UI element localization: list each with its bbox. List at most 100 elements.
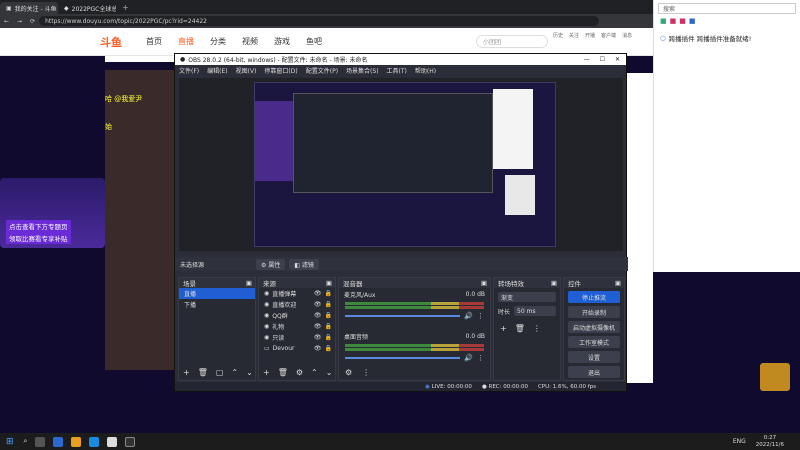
nav-yuba[interactable]: 鱼吧 — [306, 36, 322, 47]
eye-icon[interactable]: 👁 — [314, 345, 322, 352]
down-icon[interactable]: ⌄ — [326, 368, 333, 377]
client-icon[interactable]: 客户端 — [601, 32, 616, 39]
message-icon[interactable]: 消息 — [622, 32, 632, 39]
follow-icon[interactable]: 关注 — [569, 32, 579, 39]
taskbar-clock[interactable]: 0:27 2022/11/6 — [756, 435, 784, 449]
url-field[interactable]: https://www.douyu.com/topic/2022PGC/pc?r… — [39, 16, 600, 26]
speaker-icon[interactable]: 🔊 — [464, 312, 473, 320]
lock-icon[interactable]: 🔒 — [325, 334, 332, 341]
reload-icon[interactable]: ⟳ — [30, 18, 35, 25]
volume-slider[interactable] — [345, 315, 461, 317]
scene-item[interactable]: 直播 — [179, 288, 255, 299]
plugin-tool-icon[interactable]: ■ — [670, 17, 677, 25]
stop-streaming-button[interactable]: 停止推流 — [568, 291, 620, 303]
eye-icon[interactable]: 👁 — [314, 334, 322, 341]
dock-icon[interactable]: ▣ — [481, 279, 487, 287]
lock-icon[interactable]: 🔒 — [325, 312, 332, 319]
trash-icon[interactable]: 🗑 — [198, 368, 208, 377]
source-item[interactable]: ◉ 只读 👁 🔒 — [259, 332, 335, 343]
nav-video[interactable]: 视频 — [242, 36, 258, 47]
minimize-icon[interactable]: — — [584, 56, 590, 63]
properties-button[interactable]: ⚙ 属性 — [256, 258, 286, 270]
nav-game[interactable]: 游戏 — [274, 36, 290, 47]
duration-input[interactable]: 50 ms — [514, 306, 556, 316]
task-view-icon[interactable] — [35, 436, 46, 447]
dock-icon[interactable]: ▣ — [615, 279, 621, 287]
search-input[interactable]: 小团团 — [476, 35, 548, 48]
edge-icon[interactable] — [89, 436, 100, 447]
dock-icon[interactable]: ▣ — [551, 279, 557, 287]
plugin-tool-icon[interactable]: ■ — [660, 17, 667, 25]
volume-slider[interactable] — [345, 357, 461, 359]
back-icon[interactable]: ← — [4, 18, 9, 25]
source-item[interactable]: ◉ QQ群 👁 🔒 — [259, 310, 335, 321]
more-icon[interactable]: ⋮ — [477, 354, 484, 362]
search-icon[interactable]: ⌕ — [24, 437, 28, 446]
history-icon[interactable]: 历史 — [553, 32, 563, 39]
menu-help[interactable]: 帮助(H) — [415, 66, 436, 75]
plugin-tool-icon[interactable]: ■ — [679, 17, 686, 25]
source-item[interactable]: ◉ 直播欢迎 👁 🔒 — [259, 299, 335, 310]
lock-icon[interactable]: 🔒 — [325, 290, 332, 297]
preview-canvas[interactable] — [254, 82, 556, 247]
more-icon[interactable]: ⋮ — [477, 312, 484, 320]
studio-mode-button[interactable]: 工作室模式 — [568, 336, 620, 348]
speaker-icon[interactable]: 🔊 — [464, 354, 473, 362]
nav-home[interactable]: 首页 — [146, 36, 162, 47]
obs-icon[interactable] — [125, 436, 136, 447]
source-item[interactable]: ◉ 直播弹幕 👁 🔒 — [259, 288, 335, 299]
add-icon[interactable]: + — [500, 324, 507, 333]
start-recording-button[interactable]: 开始录制 — [568, 306, 620, 318]
menu-edit[interactable]: 编辑(E) — [207, 66, 227, 75]
trash-icon[interactable]: 🗑 — [278, 368, 288, 377]
virtual-camera-button[interactable]: 启动虚拟摄像机 — [568, 321, 620, 333]
gear-icon[interactable]: ▢ — [216, 368, 224, 377]
side-search-input[interactable]: 搜索 — [658, 3, 796, 14]
add-icon[interactable]: + — [263, 368, 270, 377]
eye-icon[interactable]: 👁 — [314, 301, 322, 308]
lock-icon[interactable]: 🔒 — [325, 323, 332, 330]
chrome-icon[interactable] — [107, 436, 118, 447]
up-icon[interactable]: ⌃ — [311, 368, 318, 377]
menu-profile[interactable]: 配置文件(P) — [306, 66, 338, 75]
menu-view[interactable]: 视图(V) — [236, 66, 257, 75]
nav-live[interactable]: 直播 — [178, 36, 194, 47]
menu-file[interactable]: 文件(F) — [179, 66, 199, 75]
settings-button[interactable]: 设置 — [568, 351, 620, 363]
folder-icon[interactable] — [71, 436, 82, 447]
add-icon[interactable]: + — [183, 368, 190, 377]
promo-banner[interactable]: 点击查看下方专题页 领取比赛看专享补贴 — [0, 178, 105, 248]
advanced-audio-icon[interactable]: ⚙ — [345, 368, 352, 377]
badge-icon[interactable] — [760, 363, 790, 391]
steam-icon[interactable] — [53, 436, 64, 447]
more-icon[interactable]: ⋮ — [362, 368, 370, 377]
eye-icon[interactable]: 👁 — [314, 312, 322, 319]
menu-scene-collection[interactable]: 场景集合(S) — [346, 66, 379, 75]
close-icon[interactable]: ✕ — [615, 56, 620, 63]
eye-icon[interactable]: 👁 — [314, 323, 322, 330]
trash-icon[interactable]: 🗑 — [515, 324, 525, 333]
menu-tools[interactable]: 工具(T) — [387, 66, 407, 75]
lock-icon[interactable]: 🔒 — [325, 301, 332, 308]
dock-icon[interactable]: ▣ — [326, 279, 332, 287]
browser-tab[interactable]: ◆2022PGC全球总决赛 — [58, 2, 116, 14]
filters-button[interactable]: ◧ 滤镜 — [289, 258, 319, 270]
video-player-area[interactable] — [105, 70, 175, 370]
nav-category[interactable]: 分类 — [210, 36, 226, 47]
exit-button[interactable]: 退出 — [568, 366, 620, 378]
menu-docks[interactable]: 停靠窗口(D) — [264, 66, 297, 75]
taskbar-lang[interactable]: ENG — [733, 438, 746, 445]
transition-select[interactable]: 渐变 — [498, 292, 556, 302]
more-icon[interactable]: ⋮ — [533, 324, 541, 333]
scene-item[interactable]: 下播 — [179, 299, 255, 310]
browser-tab[interactable]: ▣ 我的关注 - 斗鱼 — [0, 2, 58, 14]
down-icon[interactable]: ⌄ — [246, 368, 253, 377]
new-tab-icon[interactable]: + — [122, 3, 129, 12]
source-item[interactable]: ▭ Devour 👁 🔒 — [259, 343, 335, 354]
forward-icon[interactable]: → — [17, 18, 22, 25]
plugin-tool-icon[interactable]: ■ — [689, 17, 696, 25]
up-icon[interactable]: ⌃ — [231, 368, 238, 377]
gear-icon[interactable]: ⚙ — [296, 368, 303, 377]
maximize-icon[interactable]: ☐ — [600, 56, 605, 63]
eye-icon[interactable]: 👁 — [314, 290, 322, 297]
